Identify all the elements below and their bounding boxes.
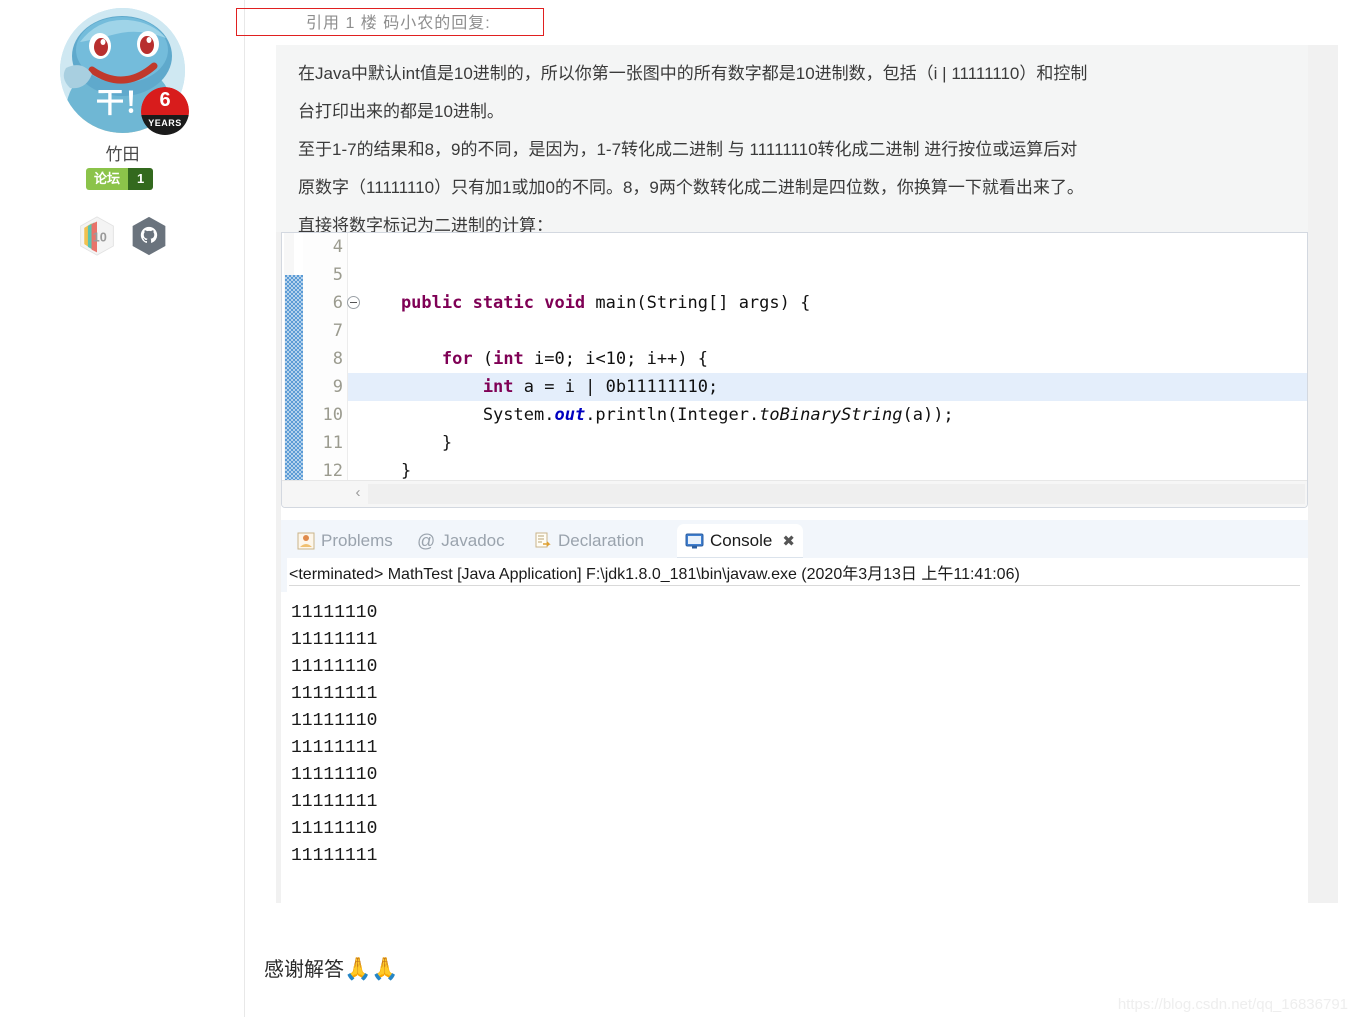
editor-horizontal-scrollbar[interactable]: ‹	[282, 480, 1307, 507]
code-line: System.out.println(Integer.toBinaryStrin…	[360, 405, 954, 425]
line-number-text: 6	[332, 293, 343, 313]
line-number-gutter: 4 5 6 7 8 9 10 11 12	[303, 233, 360, 482]
forum-badge-value: 1	[128, 168, 154, 190]
rank-10-hex-icon[interactable]: 10	[78, 216, 116, 256]
praying-hands-emoji: 🙏🙏	[344, 956, 399, 981]
quote-body-text: 在Java中默认int值是10进制的，所以你第一张图中的所有数字都是10进制数，…	[276, 45, 1308, 235]
line-number: 8	[332, 349, 343, 369]
problems-icon	[297, 532, 315, 550]
console-output-line: 11111111	[291, 684, 378, 704]
author-sidebar: 干！ 6 YEARS 竹田 论坛 1 10	[0, 0, 245, 1017]
eclipse-ide: 4 5 6 7 8 9 10 11 12 public static void …	[281, 232, 1308, 903]
tab-declaration-label: Declaration	[558, 531, 644, 550]
console-output-line: 11111110	[291, 765, 378, 785]
line-number: 6	[303, 289, 360, 317]
code-line: for (int i=0; i<10; i++) {	[360, 349, 709, 369]
thanks-label: 感谢解答	[264, 959, 344, 981]
line-number: 5	[332, 265, 343, 285]
line-number: 11	[322, 433, 343, 453]
svg-text:10: 10	[93, 229, 107, 244]
console-output-line: 11111110	[291, 603, 378, 623]
console-tabbar: Problems @ Javadoc Declaration Console ✖	[281, 520, 1308, 558]
console-output[interactable]: 11111110 11111111 11111110 11111111 1111…	[281, 592, 1308, 903]
console-output-line: 11111110	[291, 657, 378, 677]
tab-problems[interactable]: Problems	[289, 524, 401, 558]
watermark: https://blog.csdn.net/qq_16836791	[1117, 996, 1348, 1013]
code-line: }	[360, 433, 453, 453]
quote-paragraph: 在Java中默认int值是10进制的，所以你第一张图中的所有数字都是10进制数，…	[298, 64, 1088, 83]
close-icon[interactable]: ✖	[782, 532, 795, 550]
author-achievement-icons: 10	[78, 216, 168, 256]
tab-javadoc[interactable]: @ Javadoc	[409, 524, 513, 558]
tab-javadoc-label: Javadoc	[441, 531, 505, 550]
reply-thanks-text: 感谢解答🙏🙏	[264, 953, 399, 982]
quote-paragraph: 原数字（11111110）只有加1或加0的不同。8，9两个数转化成二进制是四位数…	[298, 178, 1084, 197]
console-output-line: 11111110	[291, 819, 378, 839]
console-output-line: 11111111	[291, 846, 378, 866]
forum-badge-label: 论坛	[86, 168, 129, 190]
console-output-line: 11111111	[291, 792, 378, 812]
reply-content: 引用 1 楼 码小农的回复: 在Java中默认int值是10进制的，所以你第一张…	[236, 0, 1354, 1017]
console-output-line: 11111111	[291, 630, 378, 650]
github-hex-icon[interactable]	[130, 216, 168, 256]
forum-badge: 论坛 1	[86, 168, 154, 190]
console-view: Problems @ Javadoc Declaration Console ✖…	[281, 520, 1308, 903]
code-editor[interactable]: 4 5 6 7 8 9 10 11 12 public static void …	[281, 232, 1308, 508]
code-text[interactable]: public static void main(String[] args) {…	[348, 233, 1307, 482]
line-number: 7	[332, 321, 343, 341]
years-badge: 6 YEARS	[141, 87, 189, 135]
console-output-line: 11111111	[291, 738, 378, 758]
quote-header-text: 引用 1 楼 码小农的回复:	[306, 15, 491, 32]
code-line-highlighted: int a = i | 0b11111110;	[348, 373, 1307, 401]
years-badge-label: YEARS	[141, 115, 189, 135]
scroll-left-arrow-icon[interactable]: ‹	[350, 485, 366, 501]
code-line: public static void main(String[] args) {	[360, 293, 811, 313]
console-separator	[289, 585, 1300, 586]
annotation-marker	[285, 275, 303, 480]
tab-problems-label: Problems	[321, 531, 393, 550]
scrollbar-thumb[interactable]	[368, 484, 1305, 504]
tab-console-label: Console	[710, 531, 773, 550]
tab-console[interactable]: Console ✖	[677, 524, 803, 558]
embedded-screenshot[interactable]: 在Java中默认int值是10进制的，所以你第一张图中的所有数字都是10进制数，…	[276, 45, 1338, 903]
quote-paragraph: 至于1-7的结果和8，9的不同，是因为，1-7转化成二进制 与 11111110…	[298, 140, 1078, 159]
declaration-icon	[535, 532, 551, 548]
avatar[interactable]: 干！ 6 YEARS	[60, 8, 189, 135]
author-name[interactable]: 竹田	[0, 140, 245, 165]
console-terminated-line: <terminated> MathTest [Java Application]…	[289, 566, 1020, 583]
tab-declaration[interactable]: Declaration	[526, 524, 652, 558]
line-number: 10	[322, 405, 343, 425]
line-number: 9	[332, 377, 343, 397]
console-output-line: 11111110	[291, 711, 378, 731]
console-monitor-icon	[685, 533, 704, 549]
quote-paragraph: 台打印出来的都是10进制。	[298, 102, 504, 121]
post-reply-page: 干！ 6 YEARS 竹田 论坛 1 10 引用 1 楼 码小农的回复: 在Ja…	[0, 0, 1354, 1017]
at-icon: @	[417, 530, 436, 551]
line-number: 4	[332, 237, 343, 257]
